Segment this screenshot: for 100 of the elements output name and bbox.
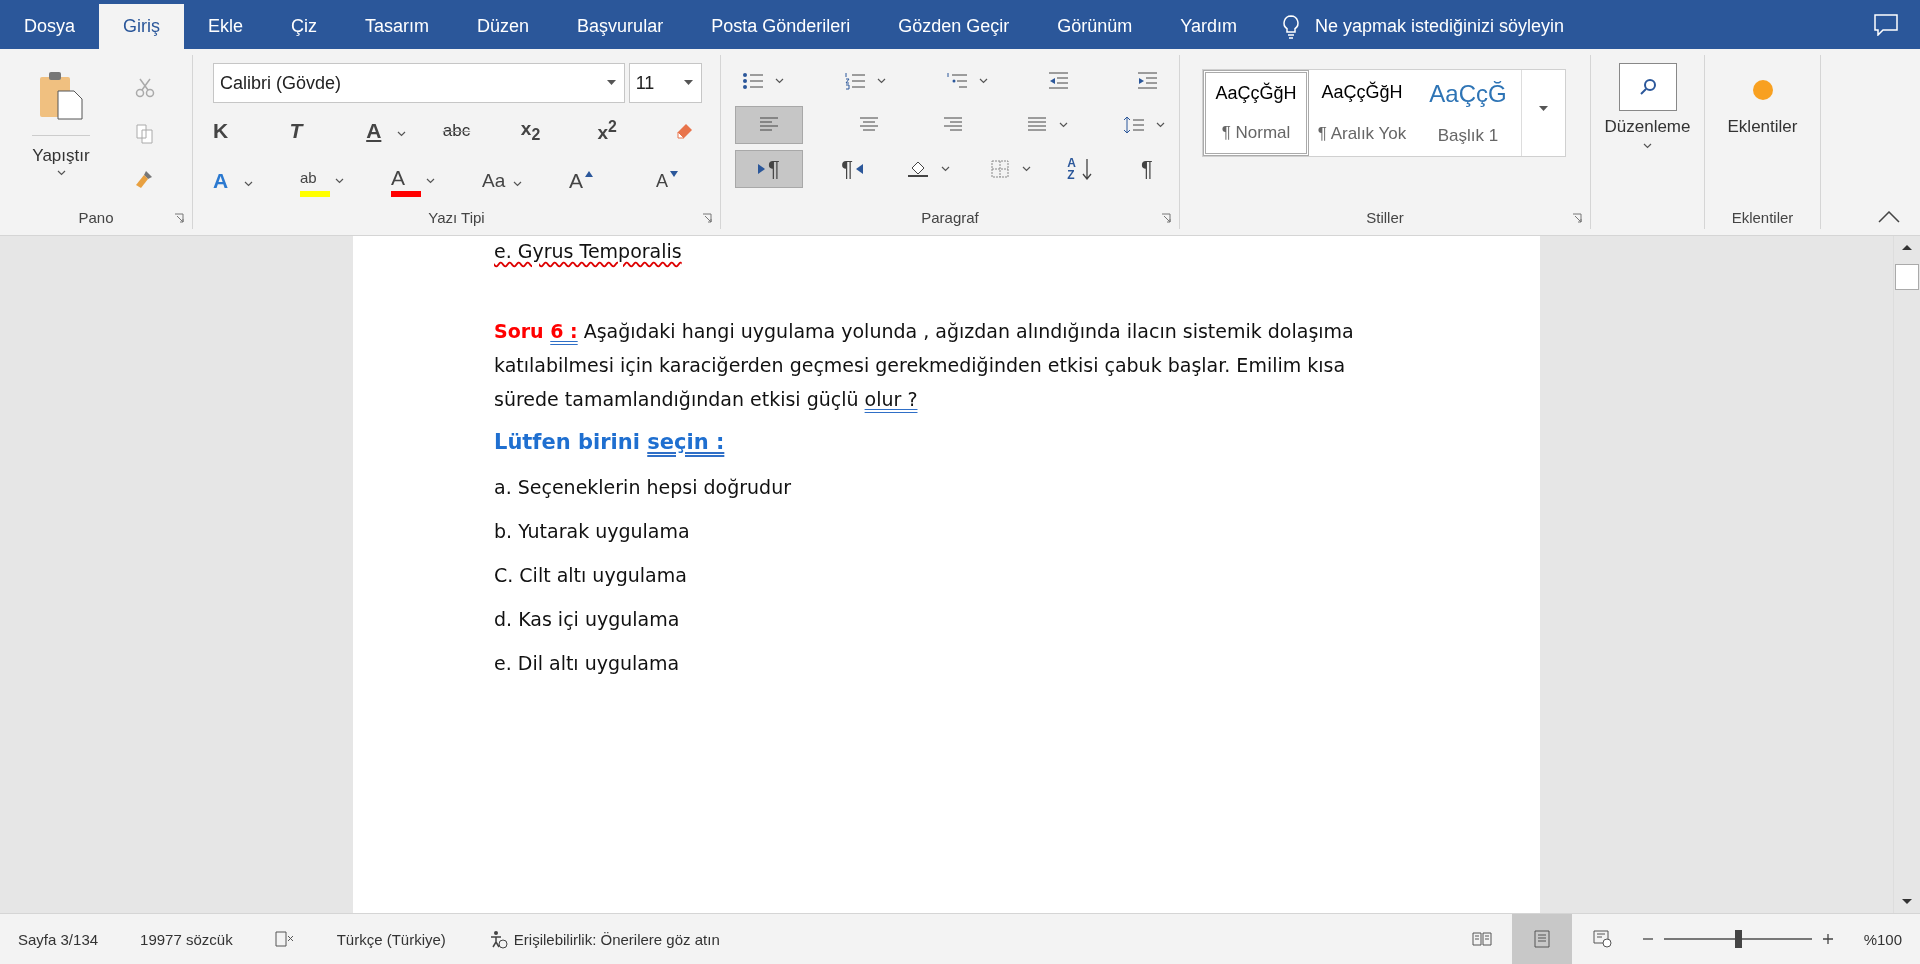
line-spacing-icon (1123, 116, 1145, 134)
dialog-launcher-icon[interactable] (174, 213, 184, 223)
highlight-button[interactable]: ab (300, 165, 326, 190)
ribbon-tab[interactable]: Düzen (453, 4, 554, 49)
web-page-icon (1591, 930, 1612, 948)
scroll-thumb[interactable] (1895, 264, 1919, 290)
dialog-launcher-icon[interactable] (1161, 213, 1171, 223)
ribbon-tab[interactable]: Görünüm (1033, 4, 1157, 49)
dropdown-arrow-icon[interactable] (1539, 106, 1548, 112)
ribbon-tab[interactable]: Dosya (0, 4, 100, 49)
caret-icon[interactable] (513, 181, 522, 187)
caret-icon[interactable] (397, 131, 407, 137)
numbered-list-icon (843, 72, 866, 90)
collapse-ribbon-icon[interactable] (1878, 211, 1900, 223)
font-size-dropdown[interactable]: 11 (628, 63, 702, 103)
paste-button[interactable]: Yapıştır (10, 63, 112, 205)
ribbon-tab[interactable]: Çiz (267, 4, 342, 49)
caret-icon[interactable] (978, 78, 988, 84)
rtl-button[interactable]: ¶ (834, 150, 871, 188)
open-book-icon (1471, 931, 1492, 947)
font-name-dropdown[interactable]: Calibri (Gövde) (213, 63, 625, 103)
ribbon-tab[interactable]: Yardım (1156, 4, 1261, 49)
caret-icon[interactable] (1021, 166, 1031, 172)
group-label: Yazı Tipi (428, 208, 485, 226)
add-ins-button[interactable]: Eklentiler (1727, 117, 1798, 137)
accessibility-status[interactable]: Erişilebilirlik: Önerilere göz atın (513, 930, 720, 948)
style-swatch[interactable]: AaÇçĞ Başlık 1 (1415, 70, 1521, 156)
caret-icon[interactable] (335, 177, 344, 184)
bulleted-list-icon (742, 72, 764, 90)
caret-icon[interactable] (1643, 143, 1652, 149)
ribbon-tab[interactable]: Posta Gönderileri (687, 4, 875, 49)
group-label: Stiller (1366, 208, 1404, 226)
ribbon-tab[interactable]: Tasarım (341, 4, 454, 49)
vertical-scrollbar[interactable] (1893, 236, 1920, 913)
find-button[interactable] (1618, 63, 1677, 111)
caret-icon[interactable] (56, 170, 66, 176)
question-text: Soru 6 : Aşağıdaki hangi uygulama yolunda , ağızdan alındığında ilacın sistemik dolaşıma katılabilmesi için karaciğerden geçmesi gerekmediğinden etkisi çabuk başlar. Emilim kısa sürede tamamlandığından etkisi güçlü olur ? (494, 319, 1355, 412)
dialog-launcher-icon[interactable] (1572, 213, 1582, 223)
group-label: Eklentiler (1731, 208, 1794, 226)
italic-button[interactable]: T (289, 119, 316, 143)
align-right-icon (942, 116, 964, 134)
scroll-up-icon[interactable] (1900, 242, 1914, 252)
group-label: Pano (78, 208, 114, 226)
page-icon (1532, 930, 1551, 948)
caret-icon[interactable] (244, 181, 253, 187)
tell-me-field[interactable]: Ne yapmak istediğinizi söyleyin (1313, 15, 1647, 38)
ribbon-tab[interactable]: Giriş (99, 4, 185, 49)
underline-button[interactable]: A (366, 119, 393, 143)
zoom-level[interactable]: %100 (1863, 930, 1902, 948)
ribbon-tab[interactable]: Gözden Geçir (874, 4, 1034, 49)
editing-button[interactable]: Düzenleme (1604, 117, 1691, 137)
increase-indent-icon (1136, 72, 1158, 90)
language-label[interactable]: Türkçe (Türkiye) (336, 930, 446, 948)
option-text: e. Dil altı uygulama (494, 652, 681, 674)
comment-icon[interactable] (1874, 13, 1898, 36)
option-text: C. Cilt altı uygulama (494, 564, 688, 586)
align-center-icon (858, 116, 880, 134)
style-swatch[interactable]: AaÇçĞğH ¶ Normal (1203, 70, 1309, 156)
option-text: e. Gyrus Temporalis (494, 239, 683, 264)
justify-icon (1026, 116, 1048, 134)
dialog-launcher-icon[interactable] (702, 213, 712, 223)
group-label: Paragraf (921, 208, 979, 226)
option-text: d. Kas içi uygulama (494, 608, 681, 630)
effects-button[interactable]: A (213, 169, 239, 193)
increase-arrow-icon (585, 171, 593, 177)
word-count[interactable]: 19977 sözcük (140, 930, 233, 948)
lightbulb-icon (1281, 13, 1301, 40)
caret-icon[interactable] (1156, 122, 1165, 128)
proofing-icon[interactable] (274, 931, 295, 947)
shrink-button[interactable]: A (656, 169, 682, 193)
page-count[interactable]: Sayfa 3/134 (18, 930, 99, 948)
dot-icon (1751, 79, 1774, 101)
caret-icon[interactable] (775, 78, 784, 84)
grow-button[interactable]: A (569, 169, 595, 193)
sort-button[interactable]: AZ (1061, 150, 1098, 188)
dropdown-arrow-icon[interactable] (606, 80, 616, 86)
option-text: b. Yutarak uygulama (494, 520, 691, 542)
decrease-indent-icon (1047, 72, 1070, 90)
sub-button[interactable]: x$_{2}$ (520, 118, 547, 144)
clipboard-icon (38, 69, 84, 121)
ribbon-tab[interactable]: Başvurular (553, 4, 688, 49)
caret-icon[interactable] (941, 166, 951, 172)
left-triangle-icon (856, 164, 864, 174)
dropdown-arrow-icon[interactable] (684, 80, 693, 86)
scroll-down-icon[interactable] (1900, 897, 1914, 907)
zoom-in-icon[interactable] (1821, 933, 1834, 945)
show-button[interactable]: ¶ (1128, 150, 1165, 188)
bold-button[interactable]: K (213, 119, 239, 143)
style-swatch[interactable]: AaÇçĞğH ¶ Aralık Yok (1309, 70, 1415, 156)
ribbon-tab[interactable]: Ekle (184, 4, 268, 49)
decrease-arrow-icon (670, 171, 678, 177)
caret-icon[interactable] (876, 78, 886, 84)
caret-icon[interactable] (426, 177, 435, 184)
case-button[interactable]: Aa (482, 169, 508, 193)
multilevel-list-icon (945, 72, 968, 90)
sup-button[interactable]: x$^{2}$ (597, 117, 624, 145)
caret-icon[interactable] (1059, 122, 1068, 128)
ltr-button[interactable]: ¶ (735, 150, 803, 188)
zoom-slider-thumb[interactable] (1734, 930, 1742, 948)
right-triangle-icon (758, 164, 766, 174)
